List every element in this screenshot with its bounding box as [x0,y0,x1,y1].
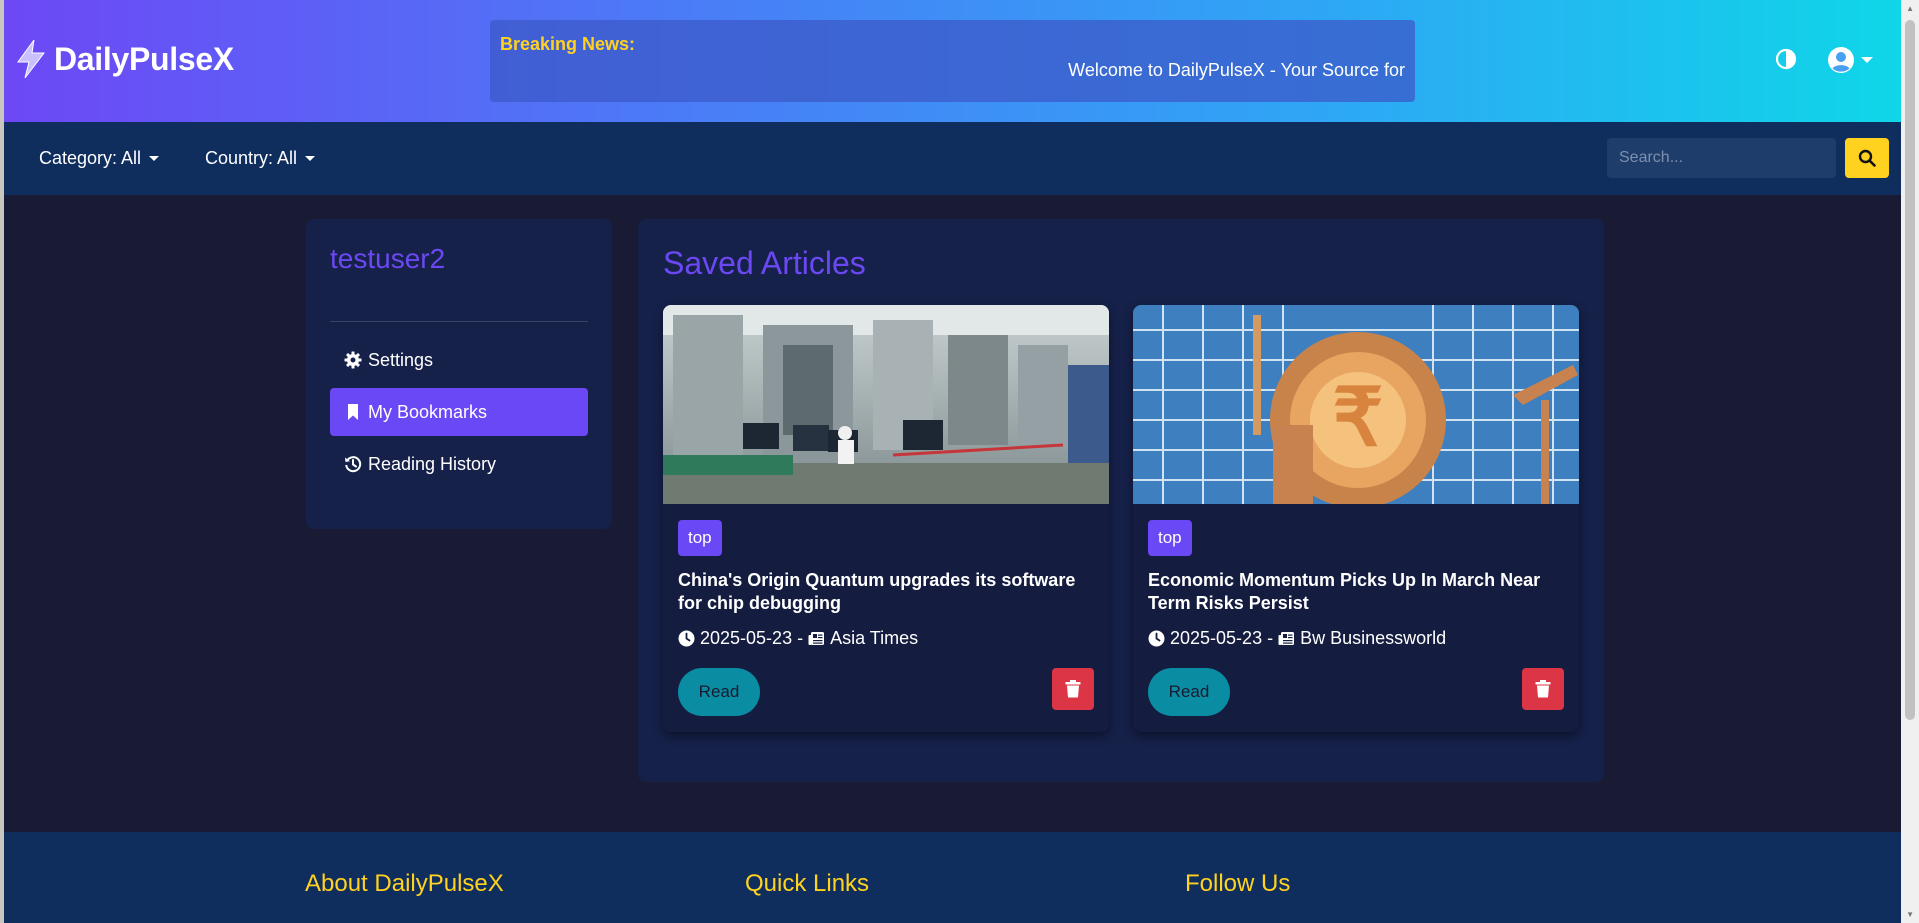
article-source: Asia Times [830,628,919,648]
category-dropdown-label: Category: All [39,148,142,168]
footer-heading-follow-us: Follow Us [1185,870,1291,897]
search-input[interactable] [1607,138,1836,178]
theme-toggle-icon[interactable] [1775,48,1797,70]
chevron-down-icon [305,156,316,161]
sidebar-item-bookmarks[interactable]: My Bookmarks [330,388,588,436]
bookmark-icon [348,404,358,420]
gear-icon [344,351,362,369]
scroll-up-arrow-icon[interactable]: ▲ [1906,4,1914,13]
article-meta: 2025-05-23 - Asia Times [678,628,1094,649]
trash-icon [1535,680,1551,698]
article-card: top China's Origin Quantum upgrades its … [663,305,1109,732]
breaking-news-label: Breaking News: [500,34,636,54]
article-date: 2025-05-23 [700,628,793,648]
brand-logo[interactable]: DailyPulseX [14,38,234,80]
footer: About DailyPulseX Quick Links Follow Us [4,832,1901,923]
article-meta: 2025-05-23 - Bw Businessworld [1148,628,1564,649]
footer-heading-about: About DailyPulseX [305,870,504,897]
article-image[interactable] [663,305,1109,504]
profile-sidebar: testuser2 Settings My Bookmarks Reading … [306,219,612,529]
delete-bookmark-button[interactable] [1522,668,1564,710]
country-dropdown[interactable]: Country: All [205,148,316,169]
article-image[interactable]: ₹ [1133,305,1579,504]
read-button[interactable]: Read [1148,668,1230,716]
scroll-down-arrow-icon[interactable]: ▼ [1906,910,1914,919]
lightning-bolt-icon [14,38,48,80]
newspaper-icon [808,632,825,645]
article-card-body: top China's Origin Quantum upgrades its … [678,520,1094,649]
sidebar-item-settings[interactable]: Settings [330,336,588,384]
sidebar-divider [330,321,588,322]
meta-separator: - [797,628,804,648]
filter-bar: Category: All Country: All [4,122,1901,195]
page-scrollbar[interactable]: ▲ ▼ [1901,0,1919,923]
trash-icon [1065,680,1081,698]
history-icon [345,456,362,473]
delete-bookmark-button[interactable] [1052,668,1094,710]
article-title[interactable]: Economic Momentum Picks Up In March Near… [1148,569,1564,615]
saved-articles-panel: Saved Articles top China's Origin Quantu… [638,219,1604,782]
page-title: Saved Articles [663,245,866,281]
brand-name: DailyPulseX [54,40,234,77]
footer-heading-quick-links: Quick Links [745,870,870,897]
article-card: ₹ top Economic Momentum Picks Up In Marc… [1133,305,1579,732]
user-circle-icon [1827,46,1855,74]
read-button[interactable]: Read [678,668,760,716]
search-button[interactable] [1845,138,1889,178]
category-badge: top [1148,520,1192,556]
article-card-body: top Economic Momentum Picks Up In March … [1148,520,1564,649]
profile-email [330,285,588,305]
sidebar-item-label: Reading History [368,453,497,474]
rupee-symbol: ₹ [1333,373,1384,462]
top-header: DailyPulseX Breaking News: Welcome to Da… [4,0,1901,122]
newspaper-icon [1278,632,1295,645]
article-title[interactable]: China's Origin Quantum upgrades its soft… [678,569,1094,615]
category-badge: top [678,520,722,556]
user-menu-button[interactable] [1827,46,1873,74]
clock-icon [678,630,695,647]
sidebar-item-reading-history[interactable]: Reading History [330,440,588,488]
article-source: Bw Businessworld [1300,628,1447,648]
scrollbar-thumb[interactable] [1905,20,1915,720]
profile-username: testuser2 [330,243,446,274]
page: DailyPulseX Breaking News: Welcome to Da… [4,0,1901,923]
clock-icon [1148,630,1165,647]
breaking-news-text[interactable]: Welcome to DailyPulseX - Your Source for [1068,60,1405,81]
article-date: 2025-05-23 [1170,628,1263,648]
meta-separator: - [1267,628,1274,648]
breaking-news-ticker: Breaking News: Welcome to DailyPulseX - … [490,20,1415,102]
sidebar-item-label: My Bookmarks [368,401,488,422]
search-icon [1858,149,1876,167]
country-dropdown-label: Country: All [205,148,298,168]
chevron-down-icon [1861,57,1873,63]
sidebar-item-label: Settings [368,349,434,370]
category-dropdown[interactable]: Category: All [39,148,160,169]
chevron-down-icon [149,156,160,161]
